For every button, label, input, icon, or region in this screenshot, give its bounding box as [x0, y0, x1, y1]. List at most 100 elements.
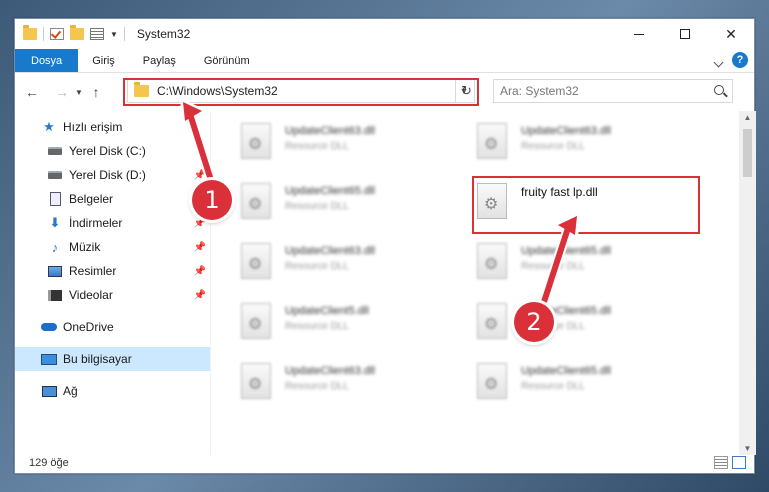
view-switcher [714, 456, 746, 469]
document-shape [49, 192, 61, 206]
sidebar-item-music[interactable]: ♪ Müzik 📌 [15, 235, 210, 259]
documents-icon [47, 192, 63, 206]
window-controls: ✕ [616, 19, 754, 49]
file-item[interactable]: UpdateClient65.dll Resource DLL [241, 179, 471, 235]
new-folder-icon[interactable] [70, 25, 84, 40]
sidebar-item-label: Videolar [69, 288, 113, 302]
pin-icon: 📌 [193, 289, 206, 301]
chevron-down-icon[interactable]: ▼ [110, 30, 118, 39]
minimize-button[interactable] [616, 19, 662, 49]
cloud-shape [41, 323, 57, 331]
maximize-icon [680, 29, 690, 39]
search-icon [714, 85, 724, 95]
file-item[interactable]: UpdateClient65.dllResource DLL [477, 299, 707, 355]
properties-check-icon[interactable] [50, 28, 64, 40]
sidebar-item-network[interactable]: Ağ [15, 379, 210, 403]
dll-file-icon [477, 123, 507, 159]
maximize-button[interactable] [662, 19, 708, 49]
toolbar-divider [123, 27, 125, 41]
file-type: Resource DLL [521, 381, 585, 392]
file-item[interactable]: UpdateClient63.dll Resource DLL [477, 119, 707, 175]
dll-file-icon [241, 363, 271, 399]
pin-icon: 📌 [193, 217, 206, 229]
title-bar: ▼ System32 ✕ [15, 19, 754, 49]
minimize-icon [634, 33, 644, 35]
sidebar-item-label: Resimler [69, 264, 117, 278]
tab-file[interactable]: Dosya [15, 49, 79, 72]
computer-shape [41, 353, 57, 365]
ribbon-extras: ? [713, 52, 748, 68]
step-2-badge: 2 [514, 302, 554, 342]
scroll-down-icon[interactable]: ▼ [739, 444, 756, 453]
forward-button[interactable]: → [51, 84, 73, 100]
file-name: UpdateClient63.dll [285, 245, 375, 257]
file-item[interactable]: UpdateClient65.dll Resource DLL [477, 359, 707, 415]
tab-view[interactable]: Görünüm [190, 49, 264, 72]
window-title: System32 [136, 27, 191, 41]
folder-icon [23, 25, 37, 40]
file-item[interactable]: UpdateClient65.dllResource DLL [477, 239, 707, 295]
drive-shape [48, 171, 62, 179]
sidebar-item-label: Bu bilgisayar [63, 352, 132, 366]
dll-file-icon [241, 123, 271, 159]
drive-shape [48, 147, 62, 155]
back-button[interactable]: ← [21, 84, 43, 100]
file-text: UpdateClient63.dll Resource DLL [285, 245, 375, 295]
picture-shape [48, 265, 62, 277]
file-name: UpdateClient65.dll [521, 365, 611, 377]
network-icon [41, 384, 57, 398]
file-item[interactable]: UpdateClient5.dll Resource DLL [241, 299, 471, 355]
scrollbar-thumb[interactable] [743, 129, 752, 177]
status-bar: 129 öğe [15, 453, 756, 473]
up-button[interactable]: ↑ [85, 84, 107, 100]
pin-icon: 📌 [193, 241, 206, 253]
sidebar-item-downloads[interactable]: ⬇ İndirmeler 📌 [15, 211, 210, 235]
scroll-up-icon[interactable]: ▲ [739, 113, 756, 122]
file-type: Resource DLL [285, 321, 349, 332]
ribbon-tabs: Dosya Giriş Paylaş Görünüm ? [15, 49, 754, 73]
properties-icon[interactable] [90, 28, 104, 40]
dll-file-icon [241, 183, 271, 219]
close-button[interactable]: ✕ [708, 19, 754, 49]
file-text: UpdateClient65.dll Resource DLL [521, 365, 611, 415]
main-content: ★ Hızlı erişim Yerel Disk (C:) Yerel Dis… [15, 111, 756, 455]
item-count: 129 öğe [29, 457, 69, 469]
file-name: UpdateClient65.dll [285, 185, 375, 197]
recent-locations-icon[interactable]: ▼ [73, 88, 85, 97]
file-type: Resource DLL [285, 201, 349, 212]
file-name: UpdateClient5.dll [285, 305, 369, 317]
sidebar-item-videos[interactable]: Videolar 📌 [15, 283, 210, 307]
file-item[interactable]: UpdateClient63.dll Resource DLL [241, 359, 471, 415]
sidebar-item-label: İndirmeler [69, 216, 123, 230]
sidebar-item-pictures[interactable]: Resimler 📌 [15, 259, 210, 283]
sidebar-item-this-pc[interactable]: Bu bilgisayar [15, 347, 210, 371]
quick-access-toolbar: ▼ System32 [15, 25, 191, 41]
file-text: UpdateClient63.dll Resource DLL [521, 125, 611, 175]
file-type: Resource DLL [285, 261, 349, 272]
video-shape [48, 289, 62, 301]
tab-share[interactable]: Paylaş [129, 49, 190, 72]
file-item[interactable]: UpdateClient63.dll Resource DLL [241, 239, 471, 295]
file-type: Resource DLL [285, 141, 349, 152]
file-text: UpdateClient63.dll Resource DLL [285, 125, 375, 175]
tiles-view-icon[interactable] [732, 456, 746, 469]
dll-file-icon [477, 303, 507, 339]
file-type: Resource DLL [521, 141, 585, 152]
download-icon: ⬇ [49, 215, 61, 230]
videos-icon [47, 288, 63, 302]
expand-ribbon-icon[interactable] [713, 57, 724, 67]
file-item[interactable]: UpdateClient63.dll Resource DLL [241, 119, 471, 175]
sidebar-item-label: OneDrive [63, 320, 114, 334]
sidebar-item-label: Hızlı erişim [63, 120, 123, 134]
search-input[interactable]: Ara: System32 [493, 79, 733, 103]
network-shape [41, 385, 57, 397]
sidebar-item-label: Yerel Disk (C:) [69, 144, 146, 158]
sidebar-item-onedrive[interactable]: OneDrive [15, 315, 210, 339]
tab-home[interactable]: Giriş [78, 49, 129, 72]
help-icon[interactable]: ? [732, 52, 748, 68]
details-view-icon[interactable] [714, 456, 728, 469]
file-name: UpdateClient63.dll [285, 125, 375, 137]
vertical-scrollbar[interactable]: ▲ ▼ [739, 111, 756, 455]
